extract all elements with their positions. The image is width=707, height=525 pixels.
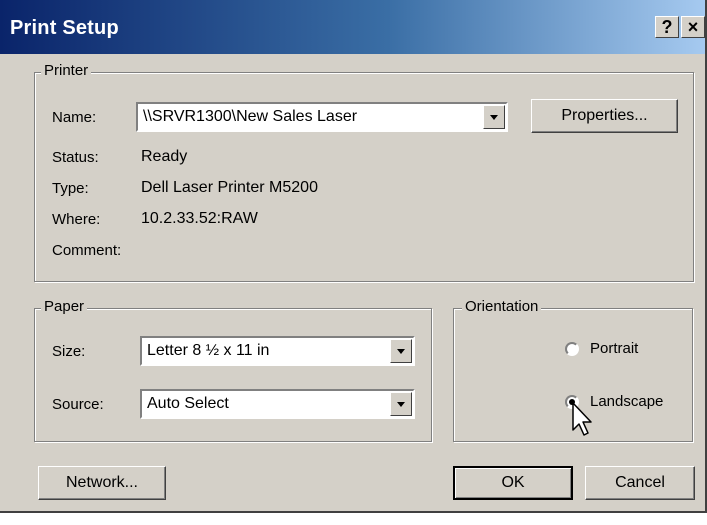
printer-name-select[interactable]: \\SRVR1300\New Sales Laser — [136, 102, 508, 132]
orientation-group-label: Orientation — [462, 298, 542, 315]
name-label: Name: — [52, 109, 97, 126]
paper-source-value: Auto Select — [147, 395, 229, 412]
paper-size-select[interactable]: Letter 8 ½ x 11 in — [140, 336, 415, 366]
network-button[interactable]: Network... — [38, 466, 166, 500]
portrait-radio[interactable] — [565, 342, 579, 356]
help-button[interactable]: ? — [655, 16, 679, 38]
where-value: 10.2.33.52:RAW — [141, 210, 258, 227]
title-bar[interactable]: Print Setup ? × — [0, 0, 705, 54]
window-title: Print Setup — [10, 17, 119, 39]
source-label: Source: — [52, 396, 104, 413]
status-label: Status: — [52, 149, 99, 166]
chevron-down-icon[interactable] — [390, 339, 412, 363]
landscape-label[interactable]: Landscape — [590, 393, 663, 410]
paper-source-select[interactable]: Auto Select — [140, 389, 415, 419]
size-label: Size: — [52, 343, 86, 360]
type-value: Dell Laser Printer M5200 — [141, 179, 318, 196]
status-value: Ready — [141, 148, 188, 165]
mouse-pointer-icon — [572, 402, 592, 436]
close-button[interactable]: × — [681, 16, 705, 38]
printer-group-label: Printer — [41, 62, 92, 79]
type-label: Type: — [52, 180, 89, 197]
chevron-down-icon[interactable] — [390, 392, 412, 416]
chevron-down-icon[interactable] — [483, 105, 505, 129]
ok-button[interactable]: OK — [453, 466, 573, 500]
cancel-button[interactable]: Cancel — [585, 466, 695, 500]
comment-label: Comment: — [52, 242, 122, 259]
portrait-label[interactable]: Portrait — [590, 340, 638, 357]
paper-size-value: Letter 8 ½ x 11 in — [147, 342, 270, 359]
properties-button[interactable]: Properties... — [531, 99, 678, 133]
paper-group: Paper — [34, 298, 432, 442]
print-setup-dialog: Print Setup ? × Printer Name: \\SRVR1300… — [0, 0, 707, 513]
paper-group-label: Paper — [41, 298, 88, 315]
where-label: Where: — [52, 211, 101, 228]
printer-name-value: \\SRVR1300\New Sales Laser — [143, 108, 358, 125]
